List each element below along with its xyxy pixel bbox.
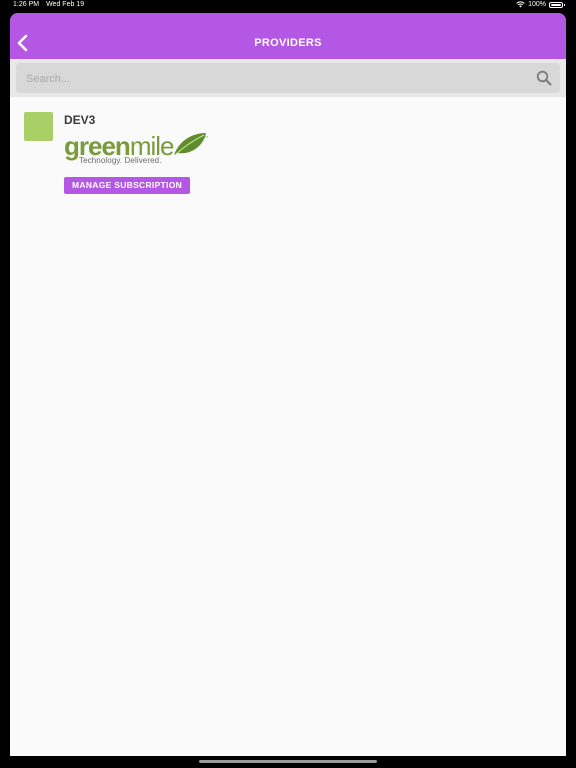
status-left: 1:26 PM Wed Feb 19 xyxy=(13,1,84,8)
manage-subscription-button[interactable]: MANAGE SUBSCRIPTION xyxy=(64,177,191,194)
battery-fill xyxy=(551,3,561,6)
home-indicator[interactable] xyxy=(199,760,377,763)
provider-card: DEV3 greenmile TM Technology. Delivered.… xyxy=(10,101,566,211)
provider-name: DEV3 xyxy=(64,113,96,127)
status-bar: 1:26 PM Wed Feb 19 100% xyxy=(0,0,576,12)
battery-percent: 100% xyxy=(528,1,546,8)
provider-logo: greenmile TM Technology. Delivered. xyxy=(64,131,214,167)
search-input[interactable] xyxy=(24,69,528,89)
app-screen: PROVIDERS DEV3 greenmile TM Technology. … xyxy=(10,13,566,756)
provider-color-swatch xyxy=(24,112,53,141)
navigation-bar: PROVIDERS xyxy=(10,13,566,59)
search-box xyxy=(16,63,560,93)
logo-tagline: Technology. Delivered. xyxy=(79,156,162,165)
battery-icon xyxy=(549,1,565,8)
leaf-icon: TM xyxy=(174,133,208,155)
svg-text:TM: TM xyxy=(205,135,208,139)
status-right: 100% xyxy=(516,1,565,8)
status-time: 1:26 PM xyxy=(13,1,40,8)
search-bar xyxy=(10,59,566,97)
search-icon[interactable] xyxy=(536,70,552,86)
page-title: PROVIDERS xyxy=(254,37,322,49)
wifi-icon xyxy=(516,1,525,8)
status-date: Wed Feb 19 xyxy=(46,1,85,8)
